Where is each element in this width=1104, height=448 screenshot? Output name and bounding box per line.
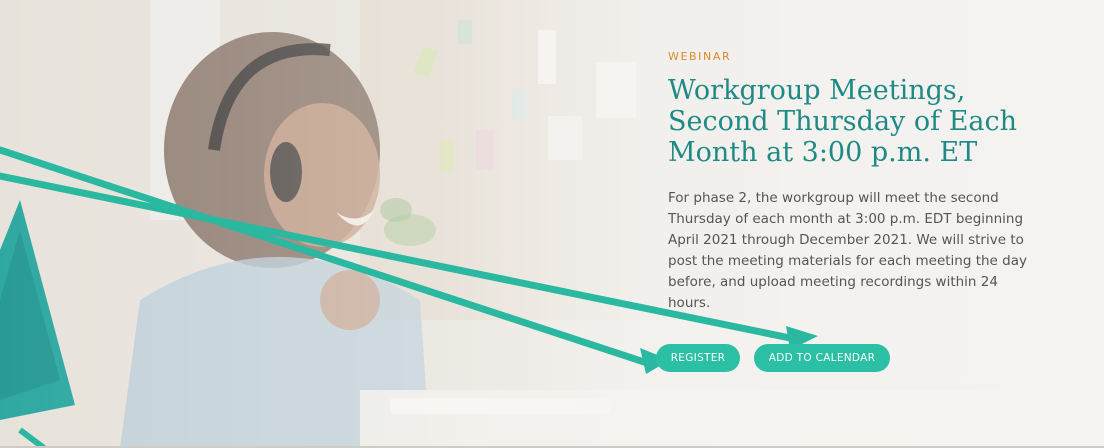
event-title: Workgroup Meetings, Second Thursday of E…: [668, 75, 1018, 168]
event-details: WEBINAR Workgroup Meetings, Second Thurs…: [668, 50, 1068, 314]
event-description: For phase 2, the workgroup will meet the…: [668, 190, 1027, 311]
register-button[interactable]: REGISTER: [656, 344, 740, 372]
event-actions: REGISTER ADD TO CALENDAR: [656, 344, 890, 372]
add-to-calendar-button[interactable]: ADD TO CALENDAR: [754, 344, 890, 372]
event-category-label: WEBINAR: [668, 50, 732, 63]
webinar-hero: WEBINAR Workgroup Meetings, Second Thurs…: [0, 0, 1104, 448]
